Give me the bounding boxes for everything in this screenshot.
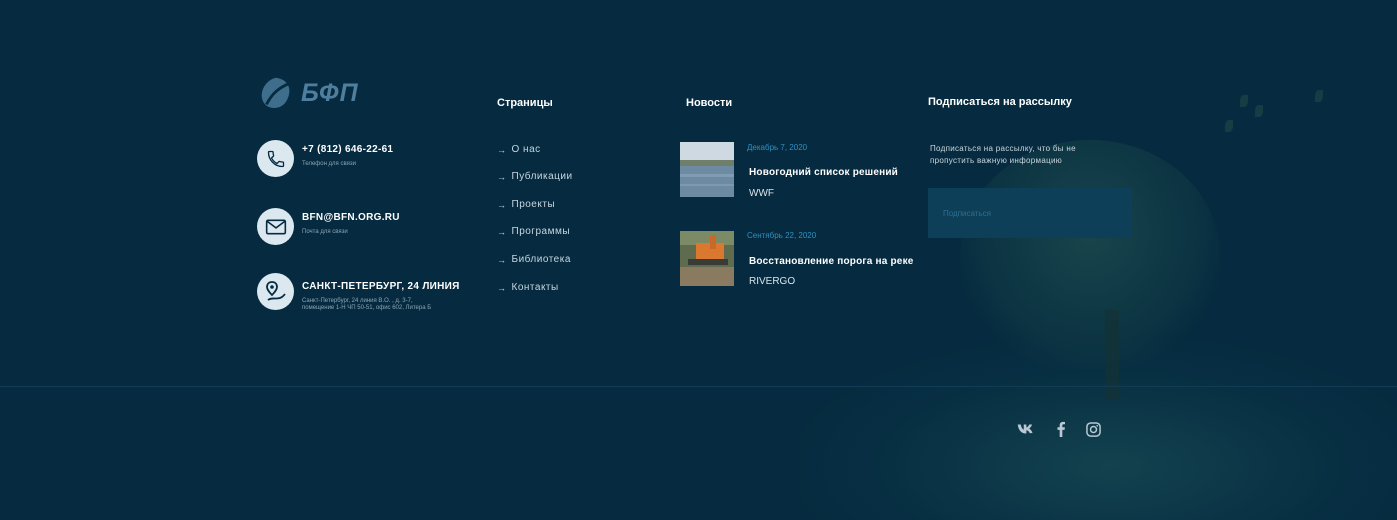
mail-icon [257,208,294,245]
page-link-library[interactable]: → Библиотека [497,254,571,265]
page-link-label: Публикации [511,171,573,182]
leaf-logo-icon [261,77,290,108]
address-title: САНКТ-ПЕТЕРБУРГ, 24 ЛИНИЯ [302,281,460,292]
subscribe-heading: Подписаться на рассылку [928,96,1072,108]
arrow-right-icon: → [497,144,507,155]
arrow-right-icon: → [497,282,507,293]
arrow-right-icon: → [497,254,507,265]
news-tag: RIVERGO [749,276,796,287]
page-link-label: О нас [511,144,541,155]
page-link-label: Контакты [511,282,559,293]
contact-email[interactable]: BFN@BFN.ORG.RU Почта для связи [257,208,400,245]
phone-icon [257,140,294,177]
page-link-contacts[interactable]: → Контакты [497,282,559,293]
arrow-right-icon: → [497,226,507,237]
footer-divider [0,386,1397,387]
map-pin-icon [257,273,294,310]
logo[interactable]: БФП [257,74,359,112]
address-details: Санкт-Петербург, 24 линия В.О. , д. 3-7,… [302,298,432,311]
news-date: Сентябрь 22, 2020 [747,231,817,240]
page-link-projects[interactable]: → Проекты [497,199,555,210]
phone-caption: Телефон для связи [302,161,356,167]
contact-address[interactable]: САНКТ-ПЕТЕРБУРГ, 24 ЛИНИЯ Санкт-Петербур… [257,273,460,312]
arrow-right-icon: → [497,171,507,182]
phone-number[interactable]: +7 (812) 646-22-61 [302,144,393,155]
page-link-label: Библиотека [511,254,571,265]
subscribe-button[interactable]: Подписаться [928,188,1132,238]
page-link-programs[interactable]: → Программы [497,226,570,237]
news-heading: Новости [686,97,733,109]
news-thumbnail[interactable] [680,142,734,197]
email-caption: Почта для связи [302,229,348,235]
news-date: Декабрь 7, 2020 [747,143,808,152]
news-thumbnail[interactable] [680,231,734,286]
instagram-icon[interactable] [1084,420,1102,438]
leaf-decoration [1255,105,1263,117]
news-title[interactable]: Восстановление порога на реке [749,256,914,267]
news-title[interactable]: Новогодний список решений [749,167,898,178]
pages-heading: Страницы [497,97,553,109]
page-link-publications[interactable]: → Публикации [497,171,573,182]
email-address[interactable]: BFN@BFN.ORG.RU [302,212,400,223]
subscribe-description: Подписаться на рассылку, что бы не пропу… [930,144,1076,165]
leaf-decoration [1240,95,1248,107]
contact-phone[interactable]: +7 (812) 646-22-61 Телефон для связи [257,140,393,177]
leaf-decoration [1225,120,1233,132]
logo-text: БФП [301,78,359,107]
page-link-about[interactable]: → О нас [497,144,541,155]
page-link-label: Программы [511,226,571,237]
facebook-icon[interactable] [1052,420,1070,438]
vk-icon[interactable] [1017,420,1035,438]
news-tag: WWF [749,188,774,199]
page-link-label: Проекты [511,199,556,210]
arrow-right-icon: → [497,199,507,210]
leaf-decoration [1315,90,1323,102]
